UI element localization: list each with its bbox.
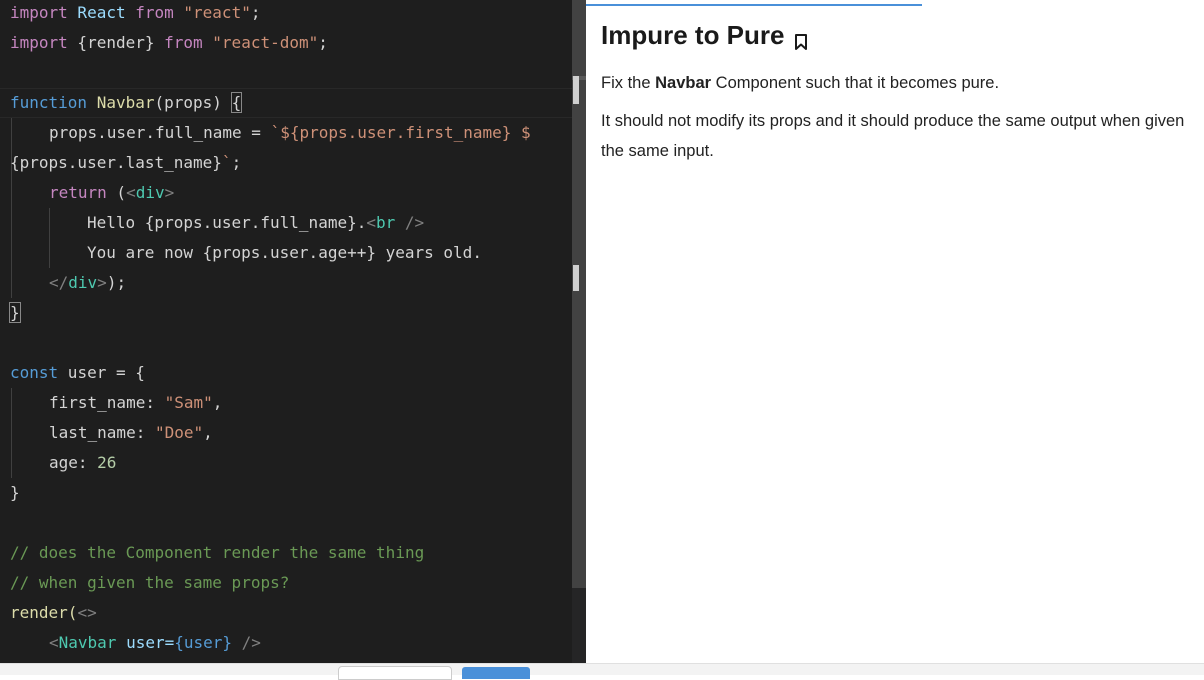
code-line-6: {props.user.last_name}`; [10,153,242,172]
indent-guide [11,388,12,478]
code-line-14: first_name: "Sam", [49,393,223,412]
page-title: Impure to Pure [601,20,808,51]
code-area[interactable]: import React from "react"; import {rende… [0,0,572,663]
code-line-21: render(<> [10,603,97,622]
p1-text-before: Fix the [601,74,656,92]
primary-action-button[interactable] [462,667,530,679]
scrollbar-thumb[interactable] [573,76,579,104]
code-line-10: </div>); [49,273,127,292]
bottom-toolbar [0,663,1204,675]
code-line-16: age: 26 [49,453,117,472]
scrollbar-thumb-secondary[interactable] [573,265,579,291]
scrollbar-corner [572,588,586,663]
code-line-7: return (<div> [49,183,175,202]
code-line-1: import React from "react"; [10,3,261,22]
code-line-19: // does the Component render the same th… [10,543,425,562]
instruction-paragraph-1: Fix the Navbar Component such that it be… [601,68,999,98]
code-line-13: const user = { [10,363,145,382]
bookmark-icon[interactable] [794,27,808,50]
instructions-panel [586,0,1204,663]
code-line-20: // when given the same props? [10,573,290,592]
code-line-15: last_name: "Doe", [49,423,213,442]
p1-bold-component: Navbar [655,74,712,92]
code-line-17: } [10,483,20,502]
code-line-4: function Navbar(props) { [10,92,243,113]
code-line-9: You are now {props.user.age++} years old… [87,243,482,262]
p1-text-after: Component such that it becomes pure. [711,74,1000,92]
indent-guide [49,208,50,268]
code-line-11: } [9,302,21,323]
instruction-paragraph-2: It should not modify its props and it sh… [601,112,1185,160]
code-line-22: <Navbar user={user} /> [49,633,261,652]
code-editor[interactable]: import React from "react"; import {rende… [0,0,586,663]
progress-accent-line [586,4,922,6]
code-line-8: Hello {props.user.full_name}.<br /> [87,213,425,232]
secondary-action-button[interactable] [338,666,452,680]
code-line-5: props.user.full_name = `${props.user.fir… [49,123,531,142]
code-line-2: import {render} from "react-dom"; [10,33,328,52]
indent-guide [11,118,12,298]
title-text: Impure to Pure [601,20,785,50]
